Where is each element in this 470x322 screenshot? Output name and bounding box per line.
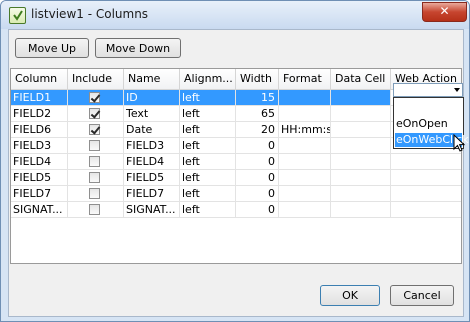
web-action-select[interactable] [393, 83, 463, 97]
cell-format[interactable] [279, 138, 331, 154]
cell-format[interactable]: HH:mm:ss [279, 122, 331, 138]
cell-width[interactable]: 0 [236, 154, 279, 170]
app-logo-icon [9, 7, 26, 24]
cell-name[interactable]: Date [124, 122, 180, 138]
cell-align[interactable]: left [180, 138, 236, 154]
include-checkbox[interactable] [89, 156, 100, 167]
hdr-alignment[interactable]: Alignm... [180, 69, 236, 90]
cell-column[interactable]: FIELD2 [11, 106, 68, 122]
cell-column[interactable]: FIELD7 [11, 186, 68, 202]
cell-name[interactable]: FIELD5 [124, 170, 180, 186]
cell-name[interactable]: FIELD7 [124, 186, 180, 202]
cell-align[interactable]: left [180, 170, 236, 186]
cell-webaction[interactable] [391, 170, 461, 186]
cell-width[interactable]: 0 [236, 202, 279, 218]
dialog-client-area: Move Up Move Down Column Include Name Align… [8, 29, 469, 317]
cell-format[interactable] [279, 202, 331, 218]
cell-align[interactable]: left [180, 186, 236, 202]
cell-width[interactable]: 65 [236, 106, 279, 122]
move-up-button[interactable]: Move Up [15, 38, 89, 58]
cell-format[interactable] [279, 90, 331, 106]
include-checkbox[interactable] [89, 204, 100, 215]
include-checkbox[interactable] [89, 172, 100, 183]
cell-datacell[interactable] [331, 170, 391, 186]
cell-format[interactable] [279, 106, 331, 122]
hdr-name[interactable]: Name [124, 69, 180, 90]
include-checkbox[interactable] [89, 92, 100, 103]
cell-name[interactable]: ID [124, 90, 180, 106]
cell-align[interactable]: left [180, 202, 236, 218]
dialog-window: listview1 - Columns ✕ Move Up Move Down … [0, 0, 470, 322]
cell-include[interactable] [68, 202, 124, 218]
close-button[interactable]: ✕ [422, 2, 467, 22]
cancel-button[interactable]: Cancel [390, 285, 454, 306]
cell-datacell[interactable] [331, 186, 391, 202]
include-checkbox[interactable] [89, 140, 100, 151]
cell-column[interactable]: FIELD3 [11, 138, 68, 154]
cell-datacell[interactable] [331, 138, 391, 154]
cell-align[interactable]: left [180, 90, 236, 106]
cell-datacell[interactable] [331, 202, 391, 218]
cell-include[interactable] [68, 154, 124, 170]
cell-format[interactable] [279, 154, 331, 170]
web-action-option[interactable]: eOnOpen [395, 117, 462, 131]
cell-name[interactable]: Text [124, 106, 180, 122]
cell-name[interactable]: FIELD4 [124, 154, 180, 170]
window-title: listview1 - Columns [31, 7, 149, 21]
hdr-column[interactable]: Column [11, 69, 68, 90]
cell-webaction[interactable] [391, 186, 461, 202]
cell-datacell[interactable] [331, 122, 391, 138]
cell-include[interactable] [68, 186, 124, 202]
include-checkbox[interactable] [89, 108, 100, 119]
cell-column[interactable]: FIELD4 [11, 154, 68, 170]
hdr-include[interactable]: Include [68, 69, 124, 90]
cell-datacell[interactable] [331, 90, 391, 106]
cell-format[interactable] [279, 186, 331, 202]
cell-width[interactable]: 20 [236, 122, 279, 138]
cell-name[interactable]: FIELD3 [124, 138, 180, 154]
cell-include[interactable] [68, 106, 124, 122]
hdr-data-cell[interactable]: Data Cell [331, 69, 391, 90]
title-bar: listview1 - Columns ✕ [1, 1, 469, 29]
cell-width[interactable]: 15 [236, 90, 279, 106]
cell-include[interactable] [68, 122, 124, 138]
cell-include[interactable] [68, 90, 124, 106]
cell-column[interactable]: SIGNAT... [11, 202, 68, 218]
cell-column[interactable]: FIELD6 [11, 122, 68, 138]
dropdown-arrow-icon[interactable] [454, 88, 460, 92]
hdr-format[interactable]: Format [279, 69, 331, 90]
cell-width[interactable]: 0 [236, 170, 279, 186]
hdr-width[interactable]: Width [236, 69, 279, 90]
web-action-option[interactable] [395, 101, 462, 115]
cell-width[interactable]: 0 [236, 186, 279, 202]
include-checkbox[interactable] [89, 124, 100, 135]
move-down-button[interactable]: Move Down [95, 38, 181, 58]
cell-align[interactable]: left [180, 154, 236, 170]
cell-column[interactable]: FIELD1 [11, 90, 68, 106]
cell-align[interactable]: left [180, 106, 236, 122]
ok-button[interactable]: OK [320, 285, 380, 306]
cell-webaction[interactable] [391, 202, 461, 218]
cell-align[interactable]: left [180, 122, 236, 138]
mouse-pointer-icon [453, 134, 466, 152]
include-checkbox[interactable] [89, 188, 100, 199]
cell-width[interactable]: 0 [236, 138, 279, 154]
cell-webaction[interactable] [391, 154, 461, 170]
cell-include[interactable] [68, 170, 124, 186]
web-action-option[interactable]: eOnWebClick [395, 133, 469, 147]
cell-include[interactable] [68, 138, 124, 154]
cell-column[interactable]: FIELD5 [11, 170, 68, 186]
cell-format[interactable] [279, 170, 331, 186]
cell-name[interactable]: SIGNAT... [124, 202, 180, 218]
cell-datacell[interactable] [331, 154, 391, 170]
cell-datacell[interactable] [331, 106, 391, 122]
